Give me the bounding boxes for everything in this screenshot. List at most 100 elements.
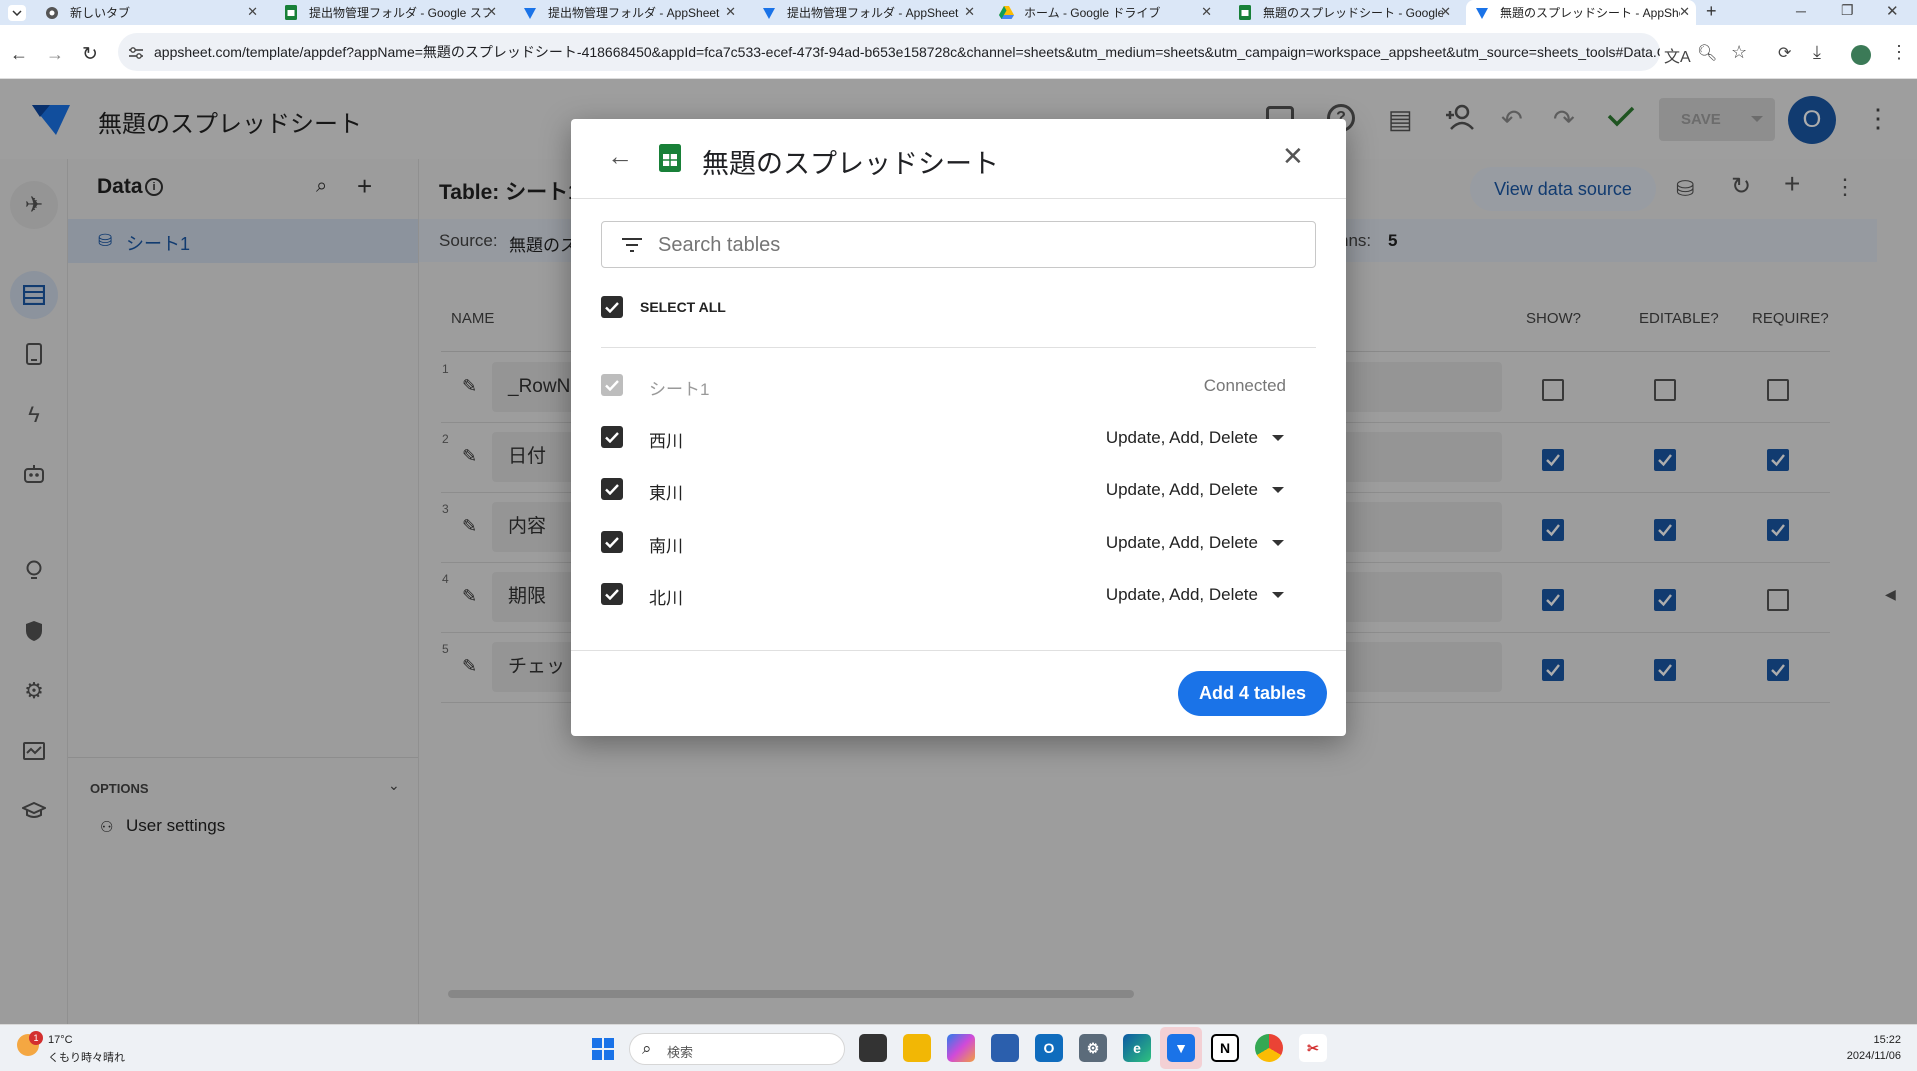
permission-value: Update, Add, Delete (1105, 480, 1258, 499)
reload-icon[interactable]: ↻ (82, 43, 98, 66)
snipping-tool-icon[interactable]: ✂ (1299, 1034, 1327, 1062)
close-tab-icon[interactable]: ✕ (1440, 4, 1451, 20)
table-checkbox[interactable] (601, 583, 623, 605)
restore-icon[interactable]: ❐ (1841, 2, 1854, 19)
outlook-icon[interactable]: O (1035, 1034, 1063, 1062)
close-tab-icon[interactable]: ✕ (964, 4, 975, 20)
permission-dropdown[interactable]: Update, Add, Delete (1106, 428, 1284, 448)
site-info-icon[interactable] (128, 46, 144, 60)
table-checkbox[interactable] (601, 426, 623, 448)
chrome-icon[interactable] (1255, 1034, 1283, 1062)
weather-desc: くもり時々晴れ (48, 1052, 125, 1064)
close-dialog-icon[interactable]: ✕ (1282, 141, 1304, 172)
close-tab-icon[interactable]: ✕ (725, 4, 736, 20)
clock-date: 2024/11/06 (1846, 1050, 1901, 1062)
copilot-icon[interactable] (947, 1034, 975, 1062)
tab-title: 提出物管理フォルダ - Google スプ (309, 6, 489, 20)
address-bar[interactable]: appsheet.com/template/appdef?appName=無題の… (118, 33, 1660, 71)
filter-icon (622, 238, 642, 252)
browser-tab[interactable]: 提出物管理フォルダ - AppSheet ✕ (522, 0, 742, 25)
permission-value: Update, Add, Delete (1105, 428, 1258, 447)
close-window-icon[interactable]: ✕ (1886, 2, 1899, 20)
appsheet-icon (761, 5, 777, 21)
appsheet-icon[interactable]: ▼ (1167, 1034, 1195, 1062)
notion-icon[interactable]: N (1211, 1034, 1239, 1062)
browser-menu-icon[interactable]: ⋮ (1890, 42, 1908, 63)
close-tab-icon[interactable]: ✕ (1679, 4, 1690, 20)
select-all-label[interactable]: SELECT ALL (640, 299, 726, 315)
search-tables-input[interactable] (658, 232, 1298, 258)
search-tables-field[interactable] (601, 221, 1316, 268)
forward-icon[interactable]: → (46, 44, 64, 65)
checkmark-icon (605, 379, 619, 391)
caret-down-icon (1272, 487, 1284, 493)
sheets-icon (659, 144, 681, 172)
minimize-icon[interactable]: ─ (1796, 3, 1806, 19)
table-checkbox[interactable] (601, 531, 623, 553)
close-tab-icon[interactable]: ✕ (1201, 4, 1212, 20)
download-icon[interactable]: ⤓ (1813, 42, 1821, 63)
divider (571, 650, 1346, 651)
caret-down-icon (1272, 435, 1284, 441)
browser-tab[interactable]: 提出物管理フォルダ - AppSheet ✕ (761, 0, 981, 25)
tab-title: 無題のスプレッドシート - AppSheet (1500, 6, 1680, 20)
browser-tab[interactable]: 提出物管理フォルダ - Google スプ ✕ (283, 0, 503, 25)
checkmark-icon (605, 483, 619, 495)
task-view-icon[interactable] (859, 1034, 887, 1062)
appsheet-icon (1474, 5, 1490, 21)
appsheet-icon (522, 5, 538, 21)
select-all-checkbox[interactable] (601, 296, 623, 318)
extension-icon[interactable]: ⟳ (1778, 43, 1791, 63)
tab-title: 新しいタブ (70, 6, 131, 20)
chrome-icon (44, 5, 60, 21)
sheets-icon (283, 5, 299, 21)
windows-taskbar: 1 17°C くもり時々晴れ ⌕ 検索 O ⚙ e ▼ N ✂ 15:22 20… (0, 1024, 1917, 1071)
permission-dropdown[interactable]: Update, Add, Delete (1106, 533, 1284, 553)
tab-title: 提出物管理フォルダ - AppSheet (548, 6, 720, 20)
zoom-icon[interactable]: 🔍︎ (1697, 43, 1717, 63)
profile-avatar[interactable] (1851, 45, 1871, 65)
permission-value: Update, Add, Delete (1105, 585, 1258, 604)
taskbar-search-box[interactable]: ⌕ 検索 (629, 1033, 845, 1065)
chevron-down-icon (12, 10, 22, 16)
store-icon[interactable] (991, 1034, 1019, 1062)
file-explorer-icon[interactable] (903, 1034, 931, 1062)
permission-value: Update, Add, Delete (1105, 533, 1258, 552)
caret-down-icon (1272, 540, 1284, 546)
permission-dropdown[interactable]: Update, Add, Delete (1106, 480, 1284, 500)
close-tab-icon[interactable]: ✕ (486, 4, 497, 20)
back-arrow-icon[interactable]: ← (607, 141, 633, 172)
checkmark-icon (605, 431, 619, 443)
divider (571, 198, 1346, 199)
browser-tab-active[interactable]: 無題のスプレッドシート - AppSheet ✕ (1466, 0, 1696, 25)
weather-temp: 17°C (48, 1034, 73, 1046)
new-tab-button[interactable]: + (1706, 1, 1717, 22)
clock-time: 15:22 (1873, 1034, 1901, 1046)
browser-tab[interactable]: ホーム - Google ドライブ ✕ (998, 0, 1218, 25)
close-tab-icon[interactable]: ✕ (247, 4, 258, 20)
translate-icon[interactable]: 文A (1664, 43, 1691, 67)
tab-title: ホーム - Google ドライブ (1024, 6, 1161, 20)
edge-icon[interactable]: e (1123, 1034, 1151, 1062)
taskbar-search-label: 検索 (667, 1045, 694, 1060)
bookmark-star-icon[interactable]: ☆ (1731, 42, 1747, 63)
tab-title: 提出物管理フォルダ - AppSheet (787, 6, 959, 20)
permission-dropdown[interactable]: Update, Add, Delete (1106, 585, 1284, 605)
drive-icon (998, 5, 1014, 21)
dialog-title: 無題のスプレッドシート (702, 149, 999, 179)
table-choice-name: 西川 (649, 432, 683, 451)
table-checkbox[interactable] (601, 478, 623, 500)
tab-title: 無題のスプレッドシート - Google ス (1263, 6, 1443, 20)
settings-gear-icon[interactable]: ⚙ (1079, 1034, 1107, 1062)
browser-tab[interactable]: 新しいタブ ✕ (44, 0, 264, 25)
add-tables-button[interactable]: Add 4 tables (1178, 671, 1327, 716)
back-icon[interactable]: ← (10, 44, 28, 65)
add-tables-dialog: ← 無題のスプレッドシート ✕ SELECT ALL シート1 Connecte… (571, 119, 1346, 736)
browser-tab[interactable]: 無題のスプレッドシート - Google ス ✕ (1237, 0, 1457, 25)
table-choice-name: 南川 (649, 537, 683, 556)
table-choice-name: 北川 (649, 589, 683, 608)
windows-start-icon[interactable] (592, 1038, 614, 1060)
table-choice-name: シート1 (649, 380, 710, 399)
checkmark-icon (605, 301, 619, 313)
tab-search-button[interactable] (8, 5, 26, 21)
